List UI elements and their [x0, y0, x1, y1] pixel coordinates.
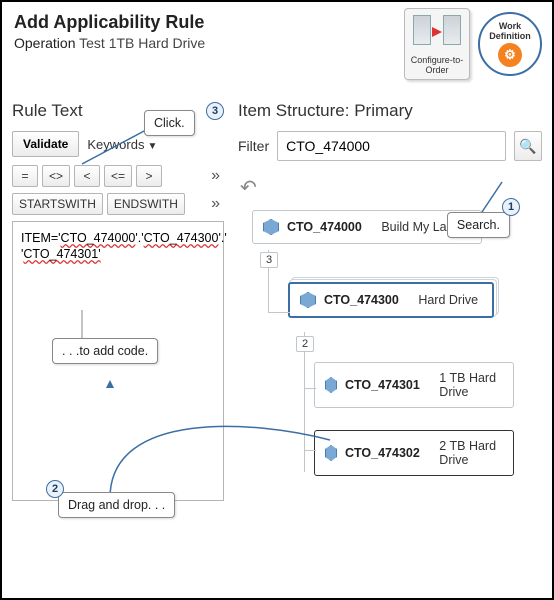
tree-connector [304, 332, 305, 472]
op-less-than-button[interactable]: < [74, 165, 100, 187]
operator-more-icon[interactable]: » [207, 167, 224, 185]
child-count-badge[interactable]: 2 [296, 336, 314, 352]
rule-sep-1: '.' [135, 231, 143, 245]
node-id: CTO_474301 [345, 378, 420, 392]
tree-connector [268, 312, 290, 313]
rule-token-1: CTO_474000 [61, 231, 136, 245]
cto-badge-label: Configure-to-Order [409, 55, 465, 75]
keywords-dropdown-label: Keywords [87, 137, 144, 152]
configure-to-order-badge: Configure-to-Order [404, 8, 470, 80]
operation-value: Test 1TB Hard Drive [79, 35, 205, 51]
header-badges: Configure-to-Order Work Definition ⚙ [404, 8, 542, 80]
tree-connector [304, 388, 316, 389]
fn-endswith-button[interactable]: ENDSWITH [107, 193, 185, 215]
callout-add-code: . . .to add code. [52, 338, 158, 364]
wd-badge-label: Work Definition [480, 21, 540, 41]
function-more-icon[interactable]: » [207, 195, 224, 213]
filter-label: Filter [238, 138, 269, 154]
tree-node-2tb[interactable]: CTO_474302 2 TB Hard Drive [314, 430, 514, 476]
rule-token-2: CTO_474300 [144, 231, 219, 245]
filter-row: Filter 🔍 [238, 131, 542, 161]
keywords-dropdown[interactable]: Keywords▼ [87, 137, 157, 152]
item-tree: CTO_474000 Build My Laptop 3 CTO_474300 … [238, 210, 542, 476]
node-id: CTO_474000 [287, 220, 362, 234]
filter-input[interactable] [277, 131, 506, 161]
search-icon: 🔍 [519, 138, 536, 155]
op-equals-button[interactable]: = [12, 165, 38, 187]
op-less-equal-button[interactable]: <= [104, 165, 132, 187]
item-cube-icon [300, 292, 316, 308]
callout-click: Click. [144, 110, 195, 136]
op-not-equals-button[interactable]: <> [42, 165, 70, 187]
step-badge-3: 3 [206, 102, 224, 120]
item-cube-icon [263, 219, 279, 235]
step-badge-1: 1 [502, 198, 520, 216]
server-left-icon [413, 15, 431, 45]
work-definition-badge: Work Definition ⚙ [478, 12, 542, 76]
fn-startswith-button[interactable]: STARTSWITH [12, 193, 103, 215]
callout-drag-drop: Drag and drop. . . [58, 492, 175, 518]
item-cube-icon [325, 377, 337, 393]
tree-connector [304, 450, 316, 451]
operation-label: Operation [14, 35, 75, 51]
tree-node-hard-drive[interactable]: CTO_474300 Hard Drive [288, 282, 494, 318]
rule-prefix: ITEM=' [21, 231, 61, 245]
callout-search: Search. [447, 212, 510, 238]
chevron-down-icon: ▼ [147, 141, 157, 152]
item-structure-heading: Item Structure: Primary [238, 101, 542, 121]
item-cube-icon [325, 445, 337, 461]
node-name: 2 TB Hard Drive [439, 439, 503, 467]
item-structure-panel: Item Structure: Primary Filter 🔍 ↶ CTO_4… [234, 101, 552, 587]
search-button[interactable]: 🔍 [514, 131, 542, 161]
node-id: CTO_474300 [324, 293, 399, 307]
gear-icon: ⚙ [498, 43, 522, 67]
rule-suffix-1: '.' [218, 231, 226, 245]
app-frame: Add Applicability Rule Operation Test 1T… [0, 0, 554, 600]
node-name: 1 TB Hard Drive [439, 371, 503, 399]
node-name: Hard Drive [418, 293, 478, 307]
op-greater-than-button[interactable]: > [136, 165, 162, 187]
operator-bar: = <> < <= > » [12, 165, 224, 187]
child-count-badge[interactable]: 3 [260, 252, 278, 268]
rule-token-3: CTO_474301' [23, 247, 100, 261]
node-id: CTO_474302 [345, 446, 420, 460]
server-right-icon [443, 15, 461, 45]
arrow-right-icon [432, 27, 442, 37]
undo-button[interactable]: ↶ [240, 175, 542, 200]
step-badge-2: 2 [46, 480, 64, 498]
validate-button[interactable]: Validate [12, 131, 79, 157]
tree-node-1tb[interactable]: CTO_474301 1 TB Hard Drive [314, 362, 514, 408]
function-bar: STARTSWITH ENDSWITH » [12, 193, 224, 215]
